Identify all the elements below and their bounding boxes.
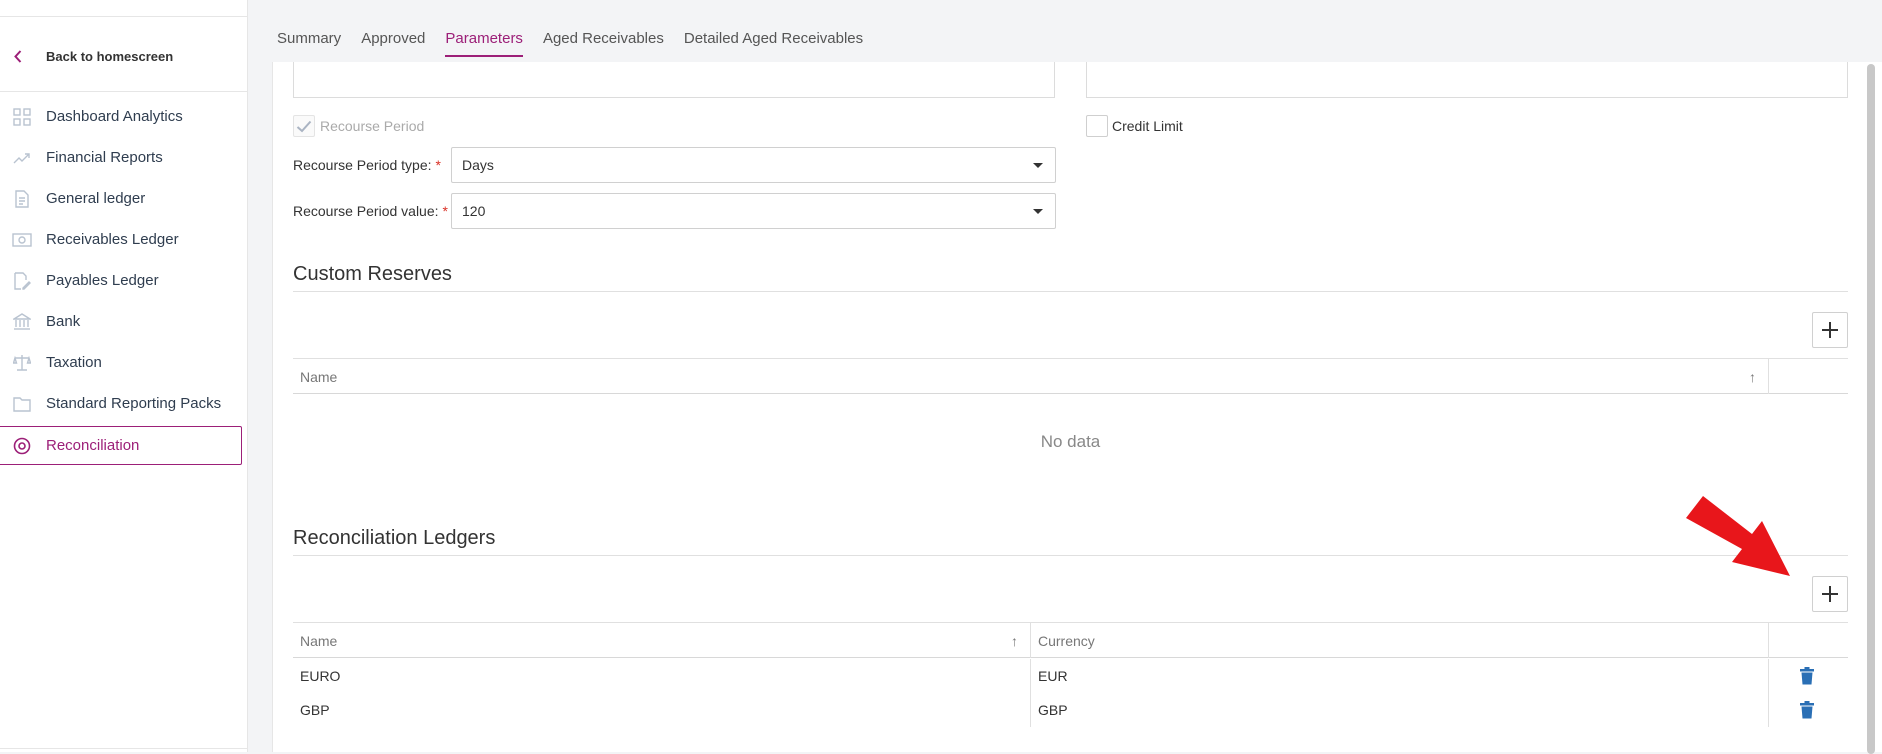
- chevron-left-icon: [14, 49, 36, 63]
- trend-icon: [12, 148, 32, 168]
- recourse-type-label: Recourse Period type: *: [293, 157, 441, 173]
- required-mark: *: [442, 203, 448, 219]
- column-header-currency[interactable]: Currency: [1030, 623, 1768, 658]
- sidebar-item-financial-reports[interactable]: Financial Reports: [0, 137, 248, 178]
- sidebar-item-label: Receivables Ledger: [46, 231, 179, 248]
- cell-name: GBP: [300, 702, 330, 718]
- recourse-type-select[interactable]: Days: [451, 147, 1056, 183]
- add-reconciliation-ledger-button[interactable]: [1812, 576, 1848, 612]
- custom-reserves-table-header: Name ↑: [293, 358, 1848, 394]
- trash-icon[interactable]: [1799, 701, 1815, 719]
- cell-actions: [1768, 693, 1848, 727]
- column-header-label: Currency: [1038, 632, 1095, 649]
- recourse-period-checkbox[interactable]: [293, 115, 315, 137]
- cell-name: EURO: [300, 668, 341, 684]
- table-row: EURO EUR: [293, 659, 1848, 693]
- sidebar-item-label: Payables Ledger: [46, 272, 159, 289]
- plus-icon: [1822, 586, 1838, 602]
- sidebar-nav: Dashboard Analytics Financial Reports Ge…: [0, 96, 248, 465]
- column-header-name[interactable]: Name ↑: [293, 359, 1768, 394]
- cell-actions: [1768, 659, 1848, 693]
- sidebar-item-label: Standard Reporting Packs: [46, 395, 222, 412]
- column-header-actions: [1768, 623, 1848, 658]
- sidebar-item-payables-ledger[interactable]: Payables Ledger: [0, 260, 248, 301]
- folder-icon: [12, 394, 32, 414]
- sidebar: Back to homescreen Dashboard Analytics F…: [0, 0, 248, 752]
- add-custom-reserve-button[interactable]: [1812, 312, 1848, 348]
- sidebar-item-standard-reporting-packs[interactable]: Standard Reporting Packs: [0, 383, 248, 424]
- annotation-arrow-icon: [1686, 496, 1790, 576]
- recourse-period-label: Recourse Period: [320, 118, 425, 134]
- recourse-type-value: Days: [462, 157, 494, 173]
- sidebar-item-label: Dashboard Analytics: [46, 108, 183, 125]
- tab-approved[interactable]: Approved: [361, 30, 425, 57]
- column-header-label: Name: [300, 368, 338, 385]
- reconciliation-ledgers-table-header: Name ↑ Currency: [293, 622, 1848, 658]
- recourse-value-value: 120: [462, 203, 486, 219]
- checkmark-icon: [296, 120, 312, 132]
- back-to-homescreen-link[interactable]: Back to homescreen: [14, 46, 173, 66]
- plus-icon: [1822, 322, 1838, 338]
- caret-down-icon: [1033, 209, 1043, 214]
- bank-icon: [12, 312, 32, 332]
- document-icon: [12, 189, 32, 209]
- scrollbar[interactable]: [1866, 62, 1876, 754]
- sidebar-bottom-divider: [0, 748, 248, 749]
- sidebar-item-label: Reconciliation: [46, 437, 140, 454]
- recourse-value-select[interactable]: 120: [451, 193, 1056, 229]
- edit-document-icon: [12, 271, 32, 291]
- back-label: Back to homescreen: [46, 48, 174, 64]
- sidebar-item-general-ledger[interactable]: General ledger: [0, 178, 248, 219]
- credit-limit-checkbox[interactable]: [1086, 115, 1108, 137]
- scrollbar-thumb[interactable]: [1867, 64, 1875, 754]
- cell-currency: EUR: [1030, 659, 1768, 693]
- tab-parameters[interactable]: Parameters: [445, 30, 523, 57]
- empty-state-text: No data: [1040, 432, 1101, 451]
- sidebar-divider: [0, 91, 248, 92]
- grid-icon: [12, 107, 32, 127]
- tab-aged-receivables[interactable]: Aged Receivables: [543, 30, 664, 57]
- reconciliation-ledgers-title: Reconciliation Ledgers: [293, 527, 496, 549]
- section-divider: [293, 291, 1848, 292]
- tab-summary[interactable]: Summary: [277, 30, 341, 57]
- trash-icon[interactable]: [1799, 667, 1815, 685]
- column-header-label: Name: [300, 632, 338, 649]
- sort-ascending-icon: ↑: [1749, 369, 1756, 385]
- sidebar-item-label: Taxation: [46, 354, 102, 371]
- sidebar-item-reconciliation[interactable]: Reconciliation: [0, 426, 242, 465]
- section-divider: [293, 555, 1848, 556]
- sidebar-item-label: Financial Reports: [46, 149, 163, 166]
- sidebar-top-divider: [0, 16, 248, 17]
- table-row: GBP GBP: [293, 693, 1848, 727]
- credit-limit-label: Credit Limit: [1112, 118, 1183, 134]
- target-icon: [12, 436, 32, 456]
- caret-down-icon: [1033, 163, 1043, 168]
- tab-detailed-aged-receivables[interactable]: Detailed Aged Receivables: [684, 30, 863, 57]
- sidebar-item-dashboard-analytics[interactable]: Dashboard Analytics: [0, 96, 248, 137]
- custom-reserves-title: Custom Reserves: [293, 263, 452, 285]
- sidebar-item-label: Bank: [46, 313, 81, 330]
- scales-icon: [12, 353, 32, 373]
- page-tabs: Summary Approved Parameters Aged Receiva…: [277, 30, 883, 57]
- sidebar-item-label: General ledger: [46, 190, 146, 207]
- text-field-left[interactable]: [293, 62, 1055, 98]
- cell-currency: GBP: [1030, 693, 1768, 727]
- column-header-name[interactable]: Name ↑: [293, 623, 1030, 658]
- required-mark: *: [435, 157, 441, 173]
- recourse-value-label: Recourse Period value: *: [293, 203, 448, 219]
- sidebar-item-receivables-ledger[interactable]: Receivables Ledger: [0, 219, 248, 260]
- sidebar-item-taxation[interactable]: Taxation: [0, 342, 248, 383]
- column-header-actions: [1768, 359, 1848, 394]
- banknote-icon: [12, 230, 32, 250]
- sidebar-item-bank[interactable]: Bank: [0, 301, 248, 342]
- text-field-right[interactable]: [1086, 62, 1848, 98]
- sort-ascending-icon: ↑: [1011, 633, 1018, 649]
